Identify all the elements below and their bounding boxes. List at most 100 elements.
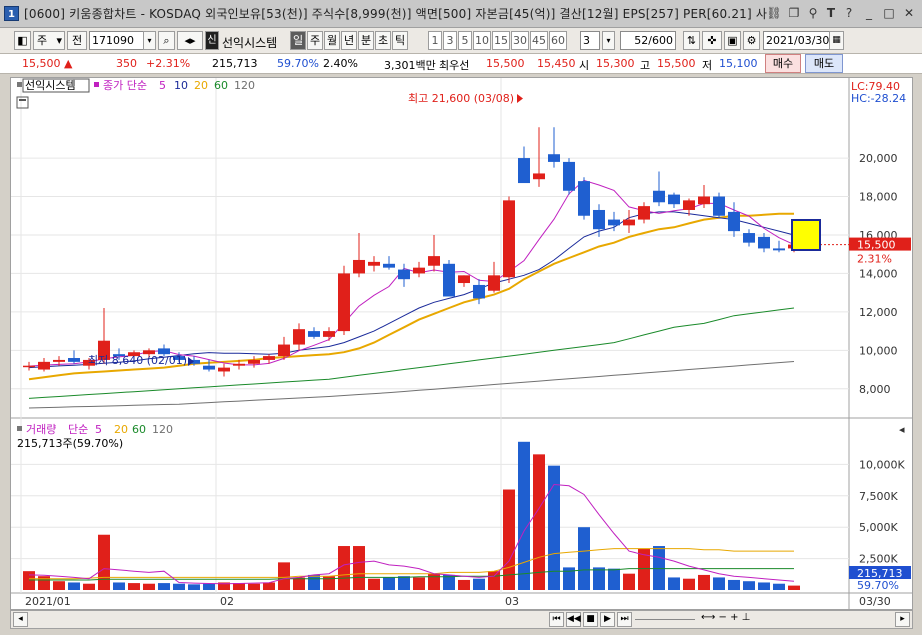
link-icon[interactable]: ⛓ bbox=[766, 5, 782, 21]
scroll-right-icon[interactable]: ▸ bbox=[895, 612, 910, 627]
scroll-left-icon[interactable]: ◂ bbox=[13, 612, 28, 627]
search-icon[interactable]: ⌕ bbox=[158, 31, 175, 50]
volume-bar bbox=[188, 584, 200, 590]
high-price: 15,500 bbox=[657, 57, 696, 70]
candle-body bbox=[383, 263, 395, 268]
chart-scrollbar[interactable]: ◂ ⏮ ◀◀ ■ ▶ ⏭ ⟷ − + ⊥ ▸ bbox=[10, 610, 913, 629]
pin-icon[interactable]: ⚲ bbox=[805, 5, 821, 21]
open-label: 시 bbox=[579, 59, 590, 72]
copy-window-icon[interactable]: ❐ bbox=[786, 5, 802, 21]
interval-button-4[interactable]: 15 bbox=[492, 31, 510, 50]
price-tick-label: 12,000 bbox=[859, 306, 898, 319]
candle-body bbox=[263, 356, 275, 360]
interval-button-0[interactable]: 1 bbox=[428, 31, 442, 50]
crosshair-icon[interactable]: ✜ bbox=[702, 31, 722, 50]
gear-icon[interactable]: ⚙ bbox=[743, 31, 760, 50]
volume-bar bbox=[398, 576, 410, 590]
interval-button-5[interactable]: 30 bbox=[511, 31, 529, 50]
low-label: 저 bbox=[702, 59, 713, 72]
zoom-track[interactable] bbox=[635, 619, 695, 620]
code-dropdown-icon[interactable]: ▾ bbox=[143, 31, 156, 50]
volume-bar bbox=[353, 546, 365, 590]
tab-period-0[interactable]: 일 bbox=[290, 31, 306, 50]
interval-dropdown-icon[interactable]: ▾ bbox=[602, 31, 615, 50]
price-series-name: 선익시스템 bbox=[25, 79, 76, 92]
scroll-last-icon[interactable]: ⏭ bbox=[617, 612, 632, 627]
volume-bar bbox=[428, 573, 440, 590]
volume-bar bbox=[623, 573, 635, 590]
date-input[interactable]: 2021/03/30 bbox=[763, 31, 831, 50]
next-candle-placeholder[interactable] bbox=[791, 219, 821, 251]
scroll-next-icon[interactable]: ▶ bbox=[600, 612, 615, 627]
volume-bar bbox=[248, 583, 260, 590]
close-icon[interactable]: ✕ bbox=[901, 5, 917, 21]
candle-body bbox=[653, 190, 665, 203]
text-icon[interactable]: T bbox=[823, 5, 839, 21]
calculator-icon-display bbox=[19, 99, 26, 101]
scroll-first-icon[interactable]: ⏮ bbox=[549, 612, 564, 627]
volume-bar bbox=[608, 568, 620, 590]
interval-button-6[interactable]: 45 bbox=[530, 31, 548, 50]
help-icon[interactable]: ? bbox=[841, 5, 857, 21]
candle-body bbox=[203, 365, 215, 370]
volume-bar bbox=[23, 571, 35, 590]
candle-body bbox=[23, 365, 35, 368]
layout-icon[interactable]: ◧ bbox=[14, 31, 31, 50]
candle-body bbox=[293, 329, 305, 345]
volume-current-text: 215,713주(59.70%) bbox=[17, 437, 123, 450]
volume-bar bbox=[743, 581, 755, 590]
volume-bar bbox=[98, 534, 110, 590]
window-title: [0600] 키움종합차트 - KOSDAQ 외국인보유[53(천)] 주식수[… bbox=[24, 7, 768, 21]
signal-badge[interactable]: 신 bbox=[205, 31, 219, 50]
volume-bar bbox=[578, 527, 590, 590]
low-price-annotation: 최저 8,640 (02/01) bbox=[88, 354, 187, 367]
stock-code-input[interactable]: 171090 bbox=[89, 31, 145, 50]
tab-period-1[interactable]: 주 bbox=[307, 31, 323, 50]
interval-button-2[interactable]: 5 bbox=[458, 31, 472, 50]
zoom-controls-icon[interactable]: ⟷ − + ⊥ bbox=[701, 612, 750, 623]
count-input[interactable]: 52/600 bbox=[620, 31, 676, 50]
volume-bar bbox=[83, 583, 95, 590]
volume-bar bbox=[143, 583, 155, 590]
prev-button[interactable]: 전 bbox=[67, 31, 87, 50]
save-icon[interactable]: ▣ bbox=[724, 31, 741, 50]
candle-body bbox=[308, 331, 320, 337]
ma-legend-marker-icon bbox=[94, 82, 99, 87]
candle-tool-icon[interactable]: ⇅ bbox=[683, 31, 700, 50]
minimize-icon[interactable]: _ bbox=[861, 5, 877, 21]
interval-button-7[interactable]: 60 bbox=[549, 31, 567, 50]
volume-bar bbox=[788, 585, 800, 590]
candle-body bbox=[743, 233, 755, 243]
candle-body bbox=[248, 359, 260, 364]
calendar-icon[interactable]: ▦ bbox=[829, 31, 844, 50]
tab-period-2[interactable]: 월 bbox=[324, 31, 340, 50]
sell-button[interactable]: 매도 bbox=[805, 54, 843, 73]
candle-body bbox=[578, 181, 590, 216]
candle-body bbox=[38, 361, 50, 370]
maximize-icon[interactable]: □ bbox=[881, 5, 897, 21]
interval-button-1[interactable]: 3 bbox=[443, 31, 457, 50]
stop-icon[interactable]: ■ bbox=[583, 612, 598, 627]
volume-bar bbox=[713, 577, 725, 590]
volume-bar bbox=[653, 546, 665, 590]
period-select[interactable]: 주 ▾ bbox=[33, 31, 65, 50]
interval-button-3[interactable]: 10 bbox=[473, 31, 491, 50]
candle-body bbox=[443, 263, 455, 297]
candle-body bbox=[233, 363, 245, 366]
pane-menu-icon[interactable]: ◂ bbox=[899, 423, 905, 436]
tab-period-3[interactable]: 년 bbox=[341, 31, 357, 50]
chart-panel[interactable]: 8,000 10,000 12,000 14,000 16,000 18,000 20,00… bbox=[10, 77, 913, 610]
chart-svg[interactable]: 8,00010,00012,00014,00016,00018,00020,00… bbox=[11, 78, 912, 609]
price-tick-label: 18,000 bbox=[859, 191, 898, 204]
current-price: 15,500 ▲ bbox=[22, 57, 73, 70]
tab-period-4[interactable]: 분 bbox=[358, 31, 374, 50]
tab-period-6[interactable]: 틱 bbox=[392, 31, 408, 50]
candle-body bbox=[428, 256, 440, 266]
candle-body bbox=[548, 154, 560, 162]
interval-value-input[interactable]: 3 bbox=[580, 31, 600, 50]
tab-period-5[interactable]: 초 bbox=[375, 31, 391, 50]
volume-tick-label: 5,000K bbox=[859, 521, 898, 534]
sound-icon[interactable]: ◂▸ bbox=[177, 31, 203, 50]
buy-button[interactable]: 매수 bbox=[765, 54, 801, 73]
scroll-prev-icon[interactable]: ◀◀ bbox=[566, 612, 581, 627]
